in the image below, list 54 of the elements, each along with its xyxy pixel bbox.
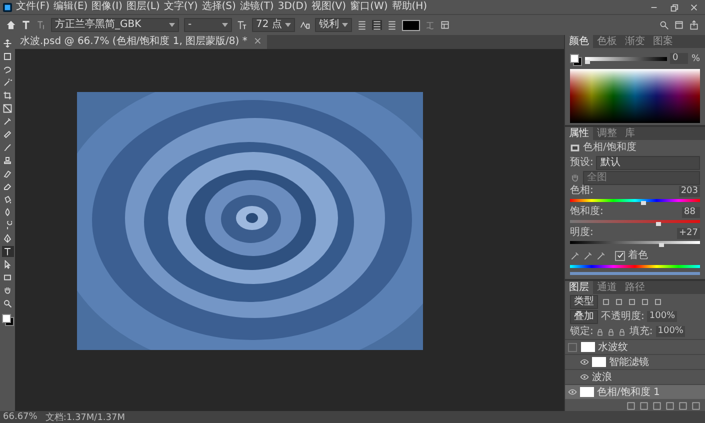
tone-value-field[interactable]: 0 bbox=[670, 53, 688, 64]
slider-value-field[interactable]: +27 bbox=[677, 228, 700, 238]
fill-field[interactable]: 100% bbox=[656, 326, 686, 337]
menu-item[interactable]: 编辑(E) bbox=[54, 1, 88, 13]
blend-mode-dropdown[interactable]: 叠加 bbox=[570, 310, 598, 324]
layer-row[interactable]: 色相/饱和度 1 bbox=[565, 384, 705, 399]
menu-item[interactable]: 滤镜(T) bbox=[240, 1, 274, 13]
antialias-dropdown[interactable]: 锐利 bbox=[314, 18, 352, 32]
document-tab[interactable]: 水波.psd @ 66.7% (色相/饱和度 1, 图层蒙版/8) * × bbox=[15, 35, 267, 49]
slider-value-field[interactable]: 203 bbox=[678, 186, 700, 196]
lock-label: 锁定: bbox=[570, 326, 594, 338]
panel-title: 色相/饱和度 bbox=[583, 142, 636, 154]
unit-label: % bbox=[691, 54, 700, 64]
font-style-dropdown[interactable]: - bbox=[184, 18, 232, 32]
slider-value-field[interactable]: 88 bbox=[682, 206, 700, 218]
font-size-dropdown[interactable]: 72 点 bbox=[252, 18, 295, 32]
panel-tab[interactable]: 库 bbox=[621, 127, 639, 140]
preset-dropdown[interactable]: 默认 bbox=[596, 156, 700, 170]
panel-tab[interactable]: 渐变 bbox=[621, 35, 649, 48]
filter-dropdown[interactable]: 类型 bbox=[570, 294, 598, 308]
menu-item[interactable]: 文字(Y) bbox=[164, 1, 198, 13]
menu-item[interactable]: 帮助(H) bbox=[392, 1, 428, 13]
menu-item[interactable]: 图层(L) bbox=[126, 1, 160, 13]
menu-item[interactable]: 文件(F) bbox=[16, 1, 50, 13]
menu-item[interactable]: 选择(S) bbox=[202, 1, 236, 13]
panel-tab[interactable]: 色板 bbox=[593, 35, 621, 48]
zoom-level[interactable]: 66.67% bbox=[3, 412, 38, 422]
layer-row[interactable]: 智能滤镜 bbox=[565, 354, 705, 369]
panel-tab[interactable]: 图案 bbox=[649, 35, 677, 48]
panel-tab[interactable]: 路径 bbox=[621, 281, 649, 294]
menu-item[interactable]: 视图(V) bbox=[311, 1, 346, 13]
font-family-dropdown[interactable]: 方正兰亭黑简_GBK bbox=[51, 18, 179, 32]
preset-label: 预设: bbox=[570, 156, 594, 168]
menu-item[interactable]: 图像(I) bbox=[92, 1, 122, 13]
slider-label: 色相: bbox=[570, 185, 594, 197]
layer-row[interactable]: 水波纹 bbox=[565, 339, 705, 354]
layer-name: 水波纹 bbox=[598, 340, 628, 354]
slider-label: 饱和度: bbox=[570, 206, 604, 218]
slider-label: 明度: bbox=[570, 227, 594, 239]
layer-name: 智能滤镜 bbox=[609, 356, 649, 369]
panel-tab[interactable]: 颜色 bbox=[565, 35, 593, 48]
colorize-label: 着色 bbox=[628, 250, 648, 262]
panel-tab[interactable]: 通道 bbox=[593, 281, 621, 294]
document-info: 文档:1.37M/1.37M bbox=[45, 412, 126, 423]
panel-tab[interactable]: 属性 bbox=[565, 127, 593, 140]
fill-label: 填充: bbox=[629, 326, 653, 338]
panel-tab[interactable]: 调整 bbox=[593, 127, 621, 140]
menu-item[interactable]: 3D(D) bbox=[278, 1, 308, 13]
layer-name: 色相/饱和度 1 bbox=[597, 386, 660, 399]
panel-tab[interactable]: 图层 bbox=[565, 281, 593, 294]
layer-name: 波浪 bbox=[592, 370, 612, 384]
opacity-label: 不透明度: bbox=[601, 310, 644, 322]
opacity-field[interactable]: 100% bbox=[647, 311, 678, 322]
menu-item[interactable]: 窗口(W) bbox=[350, 1, 388, 13]
